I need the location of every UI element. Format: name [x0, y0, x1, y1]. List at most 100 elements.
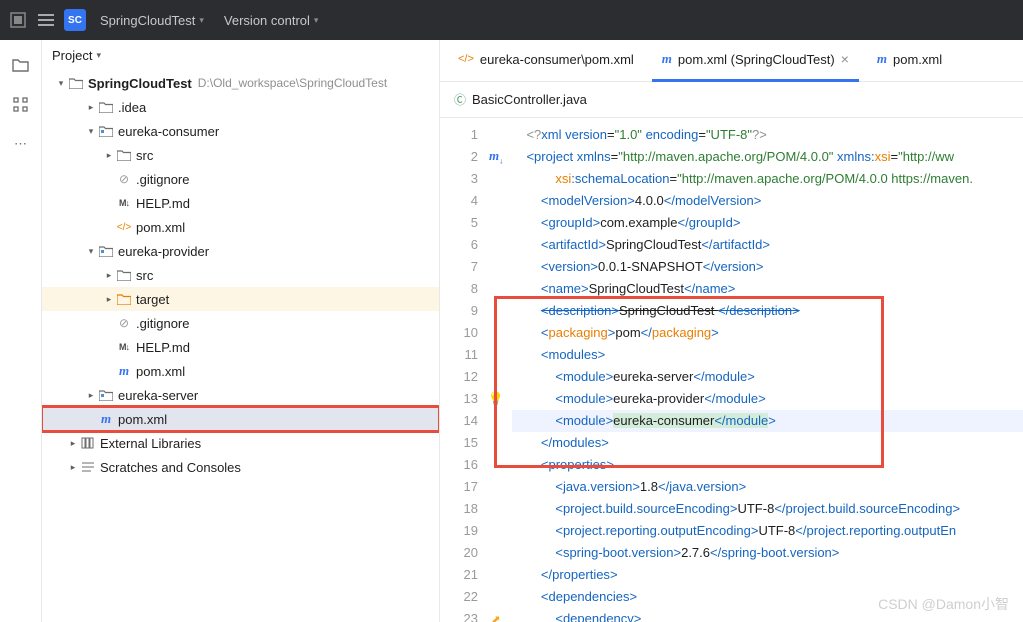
code-line[interactable]: <modelVersion>4.0.0</modelVersion>	[512, 190, 1023, 212]
tree-item[interactable]: ▸Scratches and Consoles	[42, 455, 439, 479]
code-line[interactable]: <project.build.sourceEncoding>UTF-8</pro…	[512, 498, 1023, 520]
code-line[interactable]: <module>eureka-consumer</module>	[512, 410, 1023, 432]
structure-tool-icon[interactable]	[11, 94, 31, 114]
tree-item[interactable]: ▸⊘.gitignore	[42, 311, 439, 335]
line-number: 21	[440, 564, 478, 586]
project-header[interactable]: Project▾	[42, 40, 439, 71]
twisty-icon[interactable]: ▸	[102, 294, 116, 305]
twisty-icon[interactable]: ▸	[102, 150, 116, 161]
gitignore-icon: ⊘	[116, 316, 132, 330]
app-icon	[8, 10, 28, 30]
tree-item[interactable]: ▸External Libraries	[42, 431, 439, 455]
close-icon[interactable]: ×	[841, 51, 849, 67]
code-line[interactable]: <spring-boot.version>2.7.6</spring-boot.…	[512, 542, 1023, 564]
tree-item[interactable]: ▸mpom.xml	[42, 407, 439, 431]
tree-path: D:\Old_workspace\SpringCloudTest	[198, 76, 387, 90]
tab-label: eureka-consumer\pom.xml	[480, 52, 634, 67]
line-number: 17	[440, 476, 478, 498]
markdown-icon: M↓	[116, 196, 132, 210]
tree-item[interactable]: ▾eureka-provider	[42, 239, 439, 263]
editor-tabs: </>eureka-consumer\pom.xmlmpom.xml (Spri…	[440, 40, 1023, 82]
module-icon	[98, 124, 114, 138]
tree-label: eureka-server	[118, 388, 198, 403]
code-line[interactable]: </modules>	[512, 432, 1023, 454]
maven-icon: m	[98, 412, 114, 426]
folder-icon	[116, 268, 132, 282]
code-content[interactable]: <?xml version="1.0" encoding="UTF-8"?> <…	[506, 118, 1023, 622]
line-number: 10	[440, 322, 478, 344]
tree-item[interactable]: ▾eureka-consumer	[42, 119, 439, 143]
title-bar: SC SpringCloudTest▾ Version control▾	[0, 0, 1023, 40]
tab-label: pom.xml	[893, 52, 942, 67]
tree-root[interactable]: ▾ SpringCloudTest D:\Old_workspace\Sprin…	[42, 71, 439, 95]
editor-tab[interactable]: </>eureka-consumer\pom.xml	[448, 40, 644, 82]
vcs-dropdown[interactable]: Version control▾	[218, 9, 325, 32]
breadcrumb-bar[interactable]: Ⓒ BasicController.java	[440, 82, 1023, 118]
code-line[interactable]: <artifactId>SpringCloudTest</artifactId>	[512, 234, 1023, 256]
tree-label: pom.xml	[118, 412, 167, 427]
tree-label: .idea	[118, 100, 146, 115]
tree-item[interactable]: ▸M↓HELP.md	[42, 335, 439, 359]
twisty-icon[interactable]: ▸	[102, 270, 116, 281]
tree-item[interactable]: ▸mpom.xml	[42, 359, 439, 383]
line-number: 3	[440, 168, 478, 190]
folder-icon	[98, 100, 114, 114]
line-number: 11	[440, 344, 478, 366]
line-number: 8	[440, 278, 478, 300]
twisty-icon[interactable]: ▾	[54, 78, 68, 89]
code-line[interactable]: <module>eureka-server</module>	[512, 366, 1023, 388]
code-line[interactable]: <?xml version="1.0" encoding="UTF-8"?>	[512, 124, 1023, 146]
twisty-icon[interactable]: ▾	[84, 246, 98, 257]
project-tool-icon[interactable]	[11, 54, 31, 74]
code-line[interactable]: <project.reporting.outputEncoding>UTF-8<…	[512, 520, 1023, 542]
code-line[interactable]: xsi:schemaLocation="http://maven.apache.…	[512, 168, 1023, 190]
line-number: 22	[440, 586, 478, 608]
code-line[interactable]: <description>SpringCloudTest </descripti…	[512, 300, 1023, 322]
tree-item[interactable]: ▸target	[42, 287, 439, 311]
code-line[interactable]: <version>0.0.1-SNAPSHOT</version>	[512, 256, 1023, 278]
breadcrumb-label: BasicController.java	[472, 92, 587, 107]
line-number: 5	[440, 212, 478, 234]
twisty-icon[interactable]: ▸	[66, 438, 80, 449]
tree-item[interactable]: ▸ eureka-server	[42, 383, 439, 407]
bulb-icon: 💡	[488, 391, 504, 407]
twisty-icon[interactable]: ▸	[84, 102, 98, 113]
tree-item[interactable]: ▸⊘.gitignore	[42, 167, 439, 191]
code-line[interactable]: <project xmlns="http://maven.apache.org/…	[512, 146, 1023, 168]
twisty-icon[interactable]: ▾	[84, 126, 98, 137]
line-number: 19	[440, 520, 478, 542]
code-line[interactable]: <packaging>pom</packaging>	[512, 322, 1023, 344]
tree-item[interactable]: ▸M↓HELP.md	[42, 191, 439, 215]
tab-label: pom.xml (SpringCloudTest)	[678, 52, 835, 67]
code-line[interactable]: <java.version>1.8</java.version>	[512, 476, 1023, 498]
tree-item[interactable]: ▸</>pom.xml	[42, 215, 439, 239]
code-line[interactable]: <name>SpringCloudTest</name>	[512, 278, 1023, 300]
gitignore-icon: ⊘	[116, 172, 132, 186]
tree-item[interactable]: ▸src	[42, 263, 439, 287]
project-name-dropdown[interactable]: SpringCloudTest▾	[94, 9, 210, 32]
menu-icon[interactable]	[36, 10, 56, 30]
module-icon	[68, 76, 84, 90]
editor-tab[interactable]: mpom.xml (SpringCloudTest)×	[652, 40, 859, 82]
tree-label: HELP.md	[136, 340, 190, 355]
code-line[interactable]: <properties>	[512, 454, 1023, 476]
tree-label: src	[136, 148, 153, 163]
editor-tab[interactable]: mpom.xml	[867, 40, 952, 82]
code-line[interactable]: <module>eureka-provider</module>	[512, 388, 1023, 410]
tree-item[interactable]: ▸ .idea	[42, 95, 439, 119]
twisty-icon[interactable]: ▸	[84, 390, 98, 401]
more-tool-icon[interactable]: ⋯	[11, 134, 31, 154]
gutter-icons: m↓💡⬈	[486, 118, 506, 622]
project-badge[interactable]: SC	[64, 9, 86, 31]
project-panel: Project▾ ▾ SpringCloudTest D:\Old_worksp…	[42, 40, 440, 622]
tree-item[interactable]: ▸ src	[42, 143, 439, 167]
line-number: 9	[440, 300, 478, 322]
tree-label: pom.xml	[136, 364, 185, 379]
line-number: 4	[440, 190, 478, 212]
twisty-icon[interactable]: ▸	[66, 462, 80, 473]
code-area[interactable]: 1234567891011121314151617181920212223 m↓…	[440, 118, 1023, 622]
code-line[interactable]: <groupId>com.example</groupId>	[512, 212, 1023, 234]
code-line[interactable]: </properties>	[512, 564, 1023, 586]
code-line[interactable]: <modules>	[512, 344, 1023, 366]
line-number: 2	[440, 146, 478, 168]
